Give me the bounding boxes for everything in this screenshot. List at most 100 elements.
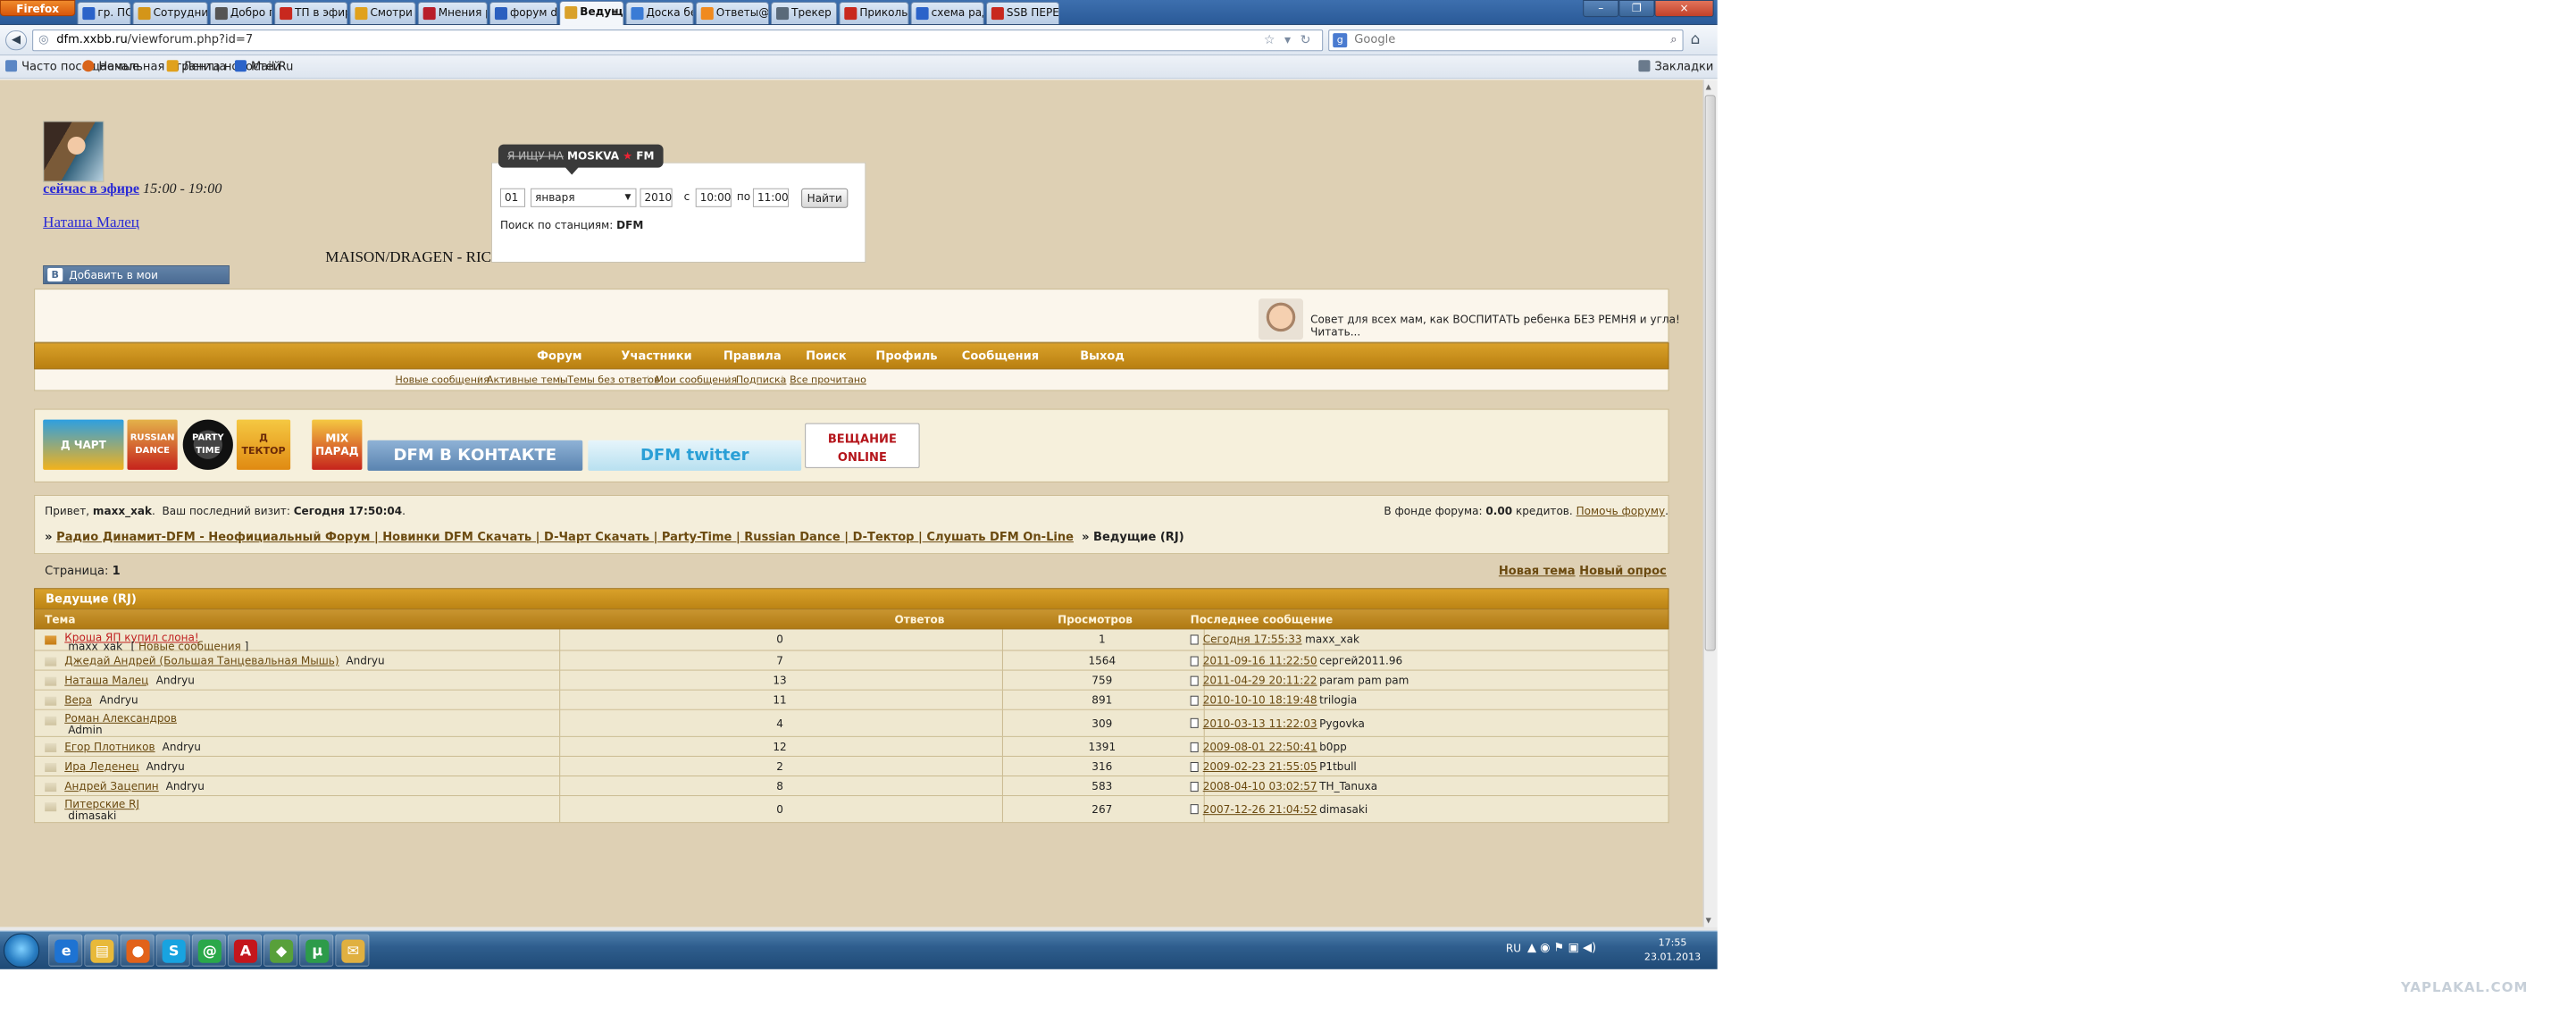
- last-post-date-link[interactable]: 2010-10-10 18:19:48: [1203, 694, 1317, 707]
- bookmarks-menu[interactable]: Закладки: [1638, 55, 1713, 78]
- topic-title-link[interactable]: Роман Александров: [64, 712, 177, 725]
- last-post-date-link[interactable]: 2011-04-29 20:11:22: [1203, 675, 1317, 687]
- tab-13[interactable]: SSB ПЕРЕДАТЧ...: [985, 2, 1060, 25]
- banner-dfm-vkontakte[interactable]: DFM В КОНТАКТЕ: [367, 440, 583, 471]
- tab-3[interactable]: ТП в эфире Ди...: [274, 2, 348, 25]
- banner-russian-dance[interactable]: RUSSIAN DANCE: [127, 419, 178, 470]
- menu-profile[interactable]: Профиль: [875, 343, 937, 369]
- day-select[interactable]: 01: [499, 188, 526, 207]
- close-window-button[interactable]: ×: [1654, 0, 1714, 18]
- menu-search[interactable]: Поиск: [806, 343, 847, 369]
- topic-title-link[interactable]: Питерские RJ: [64, 798, 139, 810]
- submenu-my-posts[interactable]: Мои сообщения: [656, 373, 738, 385]
- from-time-field[interactable]: 10:00: [695, 188, 732, 207]
- tab-12[interactable]: схема радиопе...: [910, 2, 984, 25]
- maximize-button[interactable]: ❐: [1618, 0, 1655, 18]
- language-indicator[interactable]: RU: [1506, 943, 1521, 955]
- minimize-button[interactable]: –: [1583, 0, 1619, 18]
- find-button[interactable]: Найти: [801, 188, 849, 208]
- new-poll-link[interactable]: Новый опрос: [1579, 565, 1667, 578]
- taskbar-app-0[interactable]: e: [48, 934, 83, 967]
- menu-forum[interactable]: Форум: [537, 343, 581, 369]
- scroll-up-icon[interactable]: ▲: [1706, 82, 1711, 90]
- tab-10[interactable]: Трекер: [771, 2, 838, 25]
- taskbar-app-8[interactable]: ✉: [335, 934, 370, 967]
- ad-link[interactable]: Совет для всех мам, как ВОСПИТАТЬ ребенк…: [1310, 313, 1703, 338]
- last-post-date-link[interactable]: 2010-03-13 11:22:03: [1203, 717, 1317, 730]
- dropdown-icon[interactable]: ▾: [1284, 33, 1291, 47]
- taskbar-app-5[interactable]: A: [227, 934, 263, 967]
- submenu-new-posts[interactable]: Новые сообщения: [396, 373, 489, 385]
- reload-icon[interactable]: ↻: [1301, 33, 1311, 47]
- month-select[interactable]: января ▼: [531, 188, 637, 207]
- tab-2[interactable]: Добро пожало...: [209, 2, 273, 25]
- station-name[interactable]: DFM: [616, 219, 643, 231]
- last-post-date-link[interactable]: Сегодня 17:55:33: [1203, 633, 1302, 645]
- submenu-subscriptions[interactable]: Подписка: [736, 373, 787, 385]
- moskva-fm-badge[interactable]: Я ИЩУ НА MOSKVA ★ FM: [498, 144, 664, 168]
- to-time-field[interactable]: 11:00: [752, 188, 790, 207]
- banner-d-tektor[interactable]: Д ТЕКТОР: [236, 419, 291, 470]
- last-post-date-link[interactable]: 2009-08-01 22:50:41: [1203, 741, 1317, 753]
- year-field[interactable]: 2010: [640, 188, 673, 207]
- scrollbar-thumb[interactable]: [1704, 95, 1716, 651]
- taskbar-clock[interactable]: 17:55 23.01.2013: [1636, 936, 1708, 965]
- tab-8[interactable]: Доска бесплат...: [625, 2, 694, 25]
- topic-author: Andryu: [99, 693, 138, 707]
- back-arrow-icon[interactable]: ◀: [5, 30, 28, 51]
- bookmark-star-icon[interactable]: ☆: [1264, 33, 1275, 47]
- topic-title-link[interactable]: Ира Леденец: [64, 760, 139, 773]
- breadcrumb-forum-home[interactable]: Радио Динамит-DFM - Неофициальный Форум …: [56, 531, 1074, 544]
- taskbar-app-1[interactable]: ▤: [84, 934, 119, 967]
- banner-mix-parad[interactable]: MIX ПАРАД: [312, 419, 363, 470]
- scroll-down-icon[interactable]: ▼: [1706, 917, 1711, 925]
- banner-party-time[interactable]: PARTY TIME: [182, 419, 233, 470]
- menu-messages[interactable]: Сообщения: [962, 343, 1039, 369]
- new-topic-link[interactable]: Новая тема: [1499, 565, 1576, 578]
- start-button[interactable]: [4, 933, 40, 968]
- address-bar[interactable]: ◎ dfm.xxbb.ru/viewforum.php?id=7: [32, 29, 1324, 52]
- menu-rules[interactable]: Правила: [723, 343, 782, 369]
- topic-title-link[interactable]: Вера: [64, 694, 92, 707]
- banner-d-chart[interactable]: Д ЧАРТ: [43, 419, 124, 470]
- menu-logout[interactable]: Выход: [1080, 343, 1125, 369]
- last-post-date-link[interactable]: 2007-12-26 21:04:52: [1203, 803, 1317, 816]
- search-box[interactable]: g Google ⌕: [1328, 29, 1684, 52]
- tab-11[interactable]: Приколы на Я...: [839, 2, 909, 25]
- tab-0[interactable]: гр. ПС и РС 08...: [77, 2, 131, 25]
- last-post-date-link[interactable]: 2008-04-10 03:02:57: [1203, 780, 1317, 792]
- tab-4[interactable]: Смотри online ...: [349, 2, 416, 25]
- vk-add-audio-button[interactable]: B Добавить в мои аудиозаписи: [43, 265, 230, 300]
- tab-7[interactable]: Ведущие (RJ)×: [559, 1, 624, 26]
- taskbar-app-3[interactable]: S: [155, 934, 190, 967]
- banner-dfm-twitter[interactable]: DFM twitter: [588, 440, 802, 471]
- banner-veshanie-online[interactable]: ВЕЩАНИЕ ONLINE: [805, 423, 920, 468]
- firefox-menu-button[interactable]: Firefox: [0, 0, 76, 17]
- topic-title-link[interactable]: Андрей Зацепин: [64, 780, 158, 792]
- topic-title-link[interactable]: Джедай Андрей (Большая Танцевальная Мышь…: [64, 655, 339, 667]
- presenter-link[interactable]: Наташа Малец: [43, 214, 139, 231]
- taskbar-app-2[interactable]: ●: [120, 934, 155, 967]
- submenu-mark-read[interactable]: Все прочитано: [790, 373, 866, 385]
- tab-close-icon[interactable]: ×: [610, 2, 619, 22]
- taskbar-app-4[interactable]: @: [191, 934, 226, 967]
- ad-image[interactable]: [1258, 298, 1304, 340]
- on-air-link[interactable]: сейчас в эфире: [43, 181, 139, 197]
- help-forum-link[interactable]: Помочь форуму: [1577, 505, 1666, 517]
- search-icon[interactable]: ⌕: [1670, 30, 1677, 50]
- taskbar-app-7[interactable]: µ: [299, 934, 334, 967]
- topic-title-link[interactable]: Егор Плотников: [64, 741, 155, 753]
- system-tray-icons[interactable]: ▲ ◉ ⚑ ▣ ◀): [1527, 942, 1635, 960]
- tab-1[interactable]: Сотрудники ка...: [132, 2, 208, 25]
- bookmark-mailru[interactable]: Mail.Ru: [234, 55, 293, 78]
- home-icon[interactable]: ⌂: [1691, 30, 1701, 48]
- tab-9[interactable]: Ответы@Mail....: [695, 2, 770, 25]
- taskbar-app-6[interactable]: ◆: [263, 934, 298, 967]
- submenu-active-topics[interactable]: Активные темы: [487, 373, 568, 385]
- tab-6[interactable]: форум dfm - П...: [489, 2, 558, 25]
- tab-5[interactable]: Мнения радио...: [417, 2, 488, 25]
- topic-title-link[interactable]: Наташа Малец: [64, 675, 148, 687]
- last-post-date-link[interactable]: 2011-09-16 11:22:50: [1203, 655, 1317, 667]
- menu-members[interactable]: Участники: [621, 343, 691, 369]
- last-post-date-link[interactable]: 2009-02-23 21:55:05: [1203, 760, 1317, 773]
